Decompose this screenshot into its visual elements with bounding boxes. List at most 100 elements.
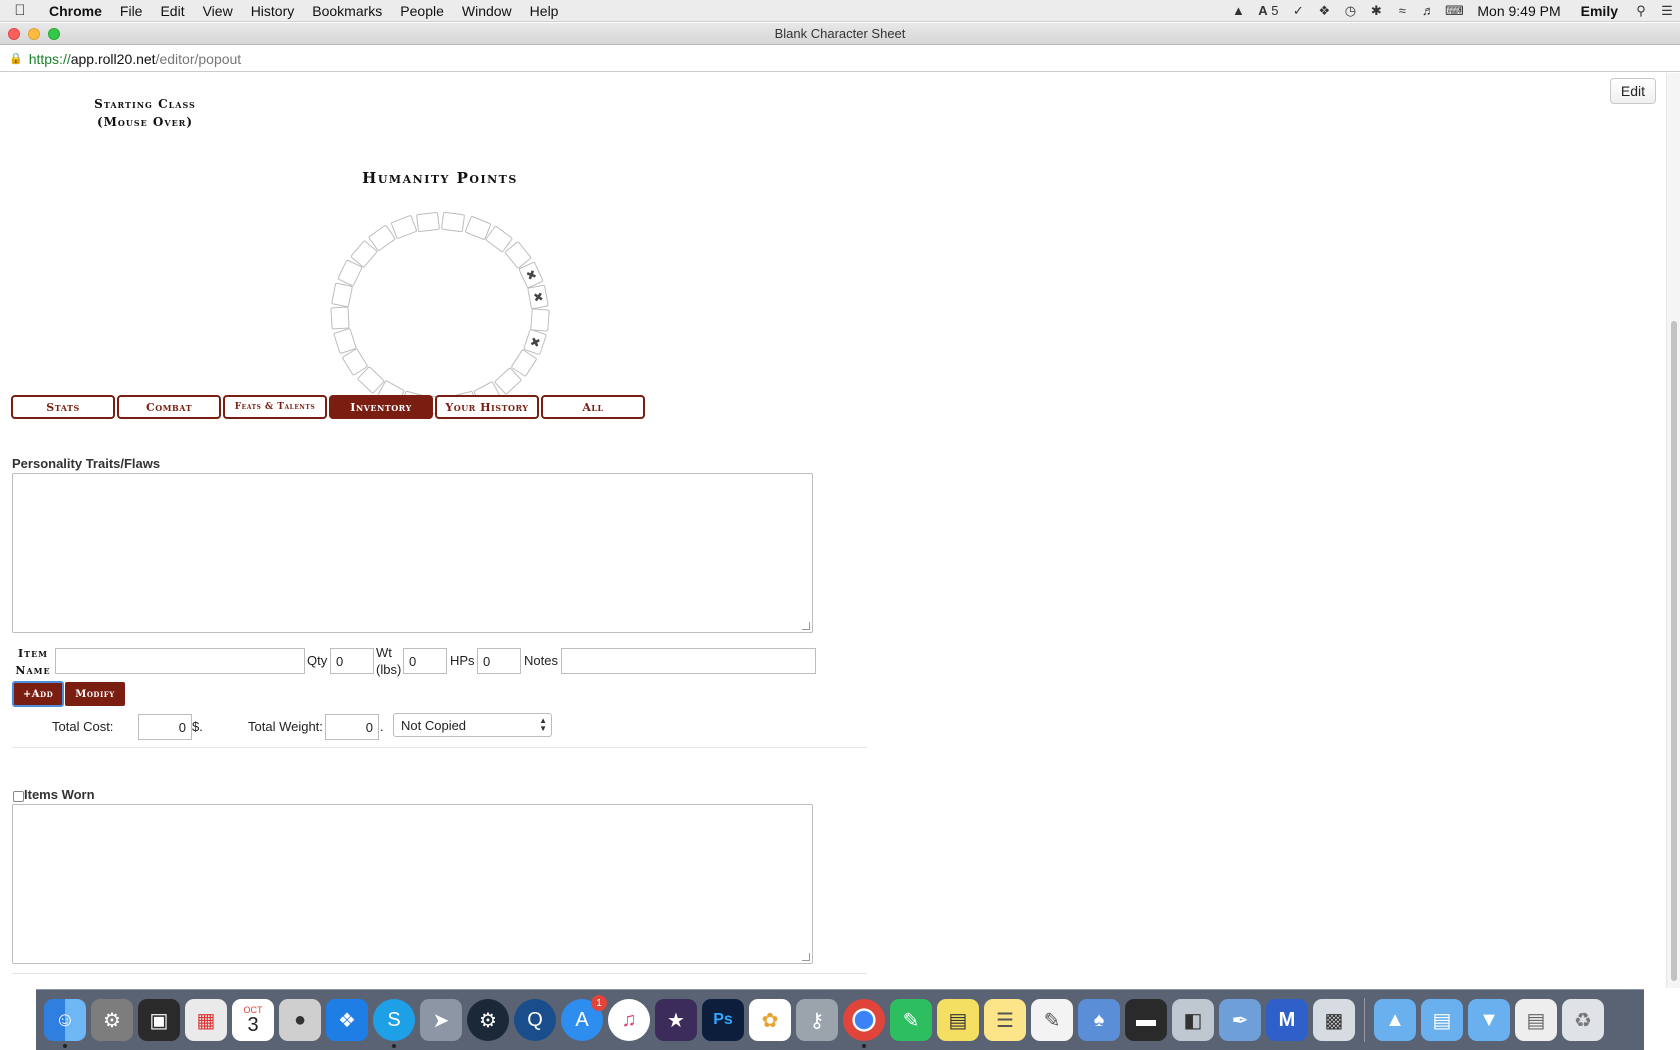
menu-edit[interactable]: Edit xyxy=(151,3,193,19)
spotlight-icon[interactable]: ⚲ xyxy=(1628,0,1654,22)
tab-combat[interactable]: Combat xyxy=(117,395,221,419)
close-window-button[interactable] xyxy=(8,28,20,40)
tab-feats-talents[interactable]: Feats & Talents xyxy=(223,395,327,419)
pen-icon[interactable]: ✒ xyxy=(1219,999,1261,1041)
airplay-icon[interactable]: ▲ xyxy=(1225,0,1251,22)
resize-handle[interactable] xyxy=(802,622,810,630)
downloads-folder-icon[interactable]: ▼ xyxy=(1468,999,1510,1041)
menu-window[interactable]: Window xyxy=(453,3,521,19)
app-store-icon[interactable]: A1 xyxy=(561,995,607,1041)
dvd-player-icon[interactable]: ● xyxy=(279,999,321,1041)
humanity-point-box[interactable] xyxy=(332,327,357,354)
documents-folder-icon[interactable]: ▤ xyxy=(1421,999,1463,1041)
zoom-window-button[interactable] xyxy=(48,28,60,40)
personality-textarea[interactable] xyxy=(12,473,813,633)
total-cost-input[interactable]: 0 xyxy=(138,714,192,740)
imovie-icon[interactable]: ★ xyxy=(655,999,697,1041)
tab-your-history[interactable]: Your History xyxy=(435,395,539,419)
lock-icon: 🔒 xyxy=(9,53,23,65)
preview-icon[interactable]: ◧ xyxy=(1172,999,1214,1041)
humanity-point-box[interactable]: ✖ xyxy=(527,284,550,309)
starting-class-line1: Starting Class xyxy=(94,97,196,111)
hps-input[interactable]: 0 xyxy=(477,648,521,674)
tab-inventory[interactable]: Inventory xyxy=(329,395,433,419)
steam-icon[interactable]: ⚙ xyxy=(467,999,509,1041)
applications-folder-icon[interactable]: ▲ xyxy=(1374,999,1416,1041)
photo-booth-icon[interactable]: ▣ xyxy=(138,999,180,1041)
weight-input[interactable]: 0 xyxy=(403,648,447,674)
humanity-point-box[interactable] xyxy=(416,211,441,232)
humanity-point-box[interactable] xyxy=(441,211,466,233)
menu-bar:  Chrome File Edit View History Bookmark… xyxy=(0,0,1680,22)
tab-all[interactable]: All xyxy=(541,395,645,419)
menu-history[interactable]: History xyxy=(242,3,304,19)
tasks-icon[interactable]: ✓ xyxy=(1285,0,1311,22)
scrollbar-thumb[interactable] xyxy=(1671,321,1677,981)
notes-icon[interactable]: ☰ xyxy=(984,999,1026,1041)
section-divider xyxy=(12,747,867,748)
launchpad-icon[interactable]: ▦ xyxy=(185,999,227,1041)
stickies-icon[interactable]: ▤ xyxy=(937,999,979,1041)
add-item-button[interactable]: +Add xyxy=(12,681,64,707)
quicktime-icon[interactable]: Q xyxy=(514,999,556,1041)
notes-input[interactable] xyxy=(561,648,816,674)
network-icon[interactable]: ♠ xyxy=(1078,999,1120,1041)
wifi-icon[interactable]: ≈ xyxy=(1389,0,1415,22)
item-name-input[interactable] xyxy=(55,648,305,674)
humanity-point-box[interactable] xyxy=(330,282,353,308)
menu-help[interactable]: Help xyxy=(521,3,568,19)
edit-button[interactable]: Edit xyxy=(1609,78,1656,104)
textedit-icon[interactable]: ✎ xyxy=(1031,999,1073,1041)
menu-chrome[interactable]: Chrome xyxy=(40,3,111,19)
page-scrollbar[interactable] xyxy=(1666,73,1680,988)
tab-stats[interactable]: Stats xyxy=(11,395,115,419)
time-machine-icon[interactable]: ◷ xyxy=(1337,0,1363,22)
modify-item-button[interactable]: Modify xyxy=(65,682,125,706)
menu-clock[interactable]: Mon 9:49 PM xyxy=(1467,3,1570,19)
resize-handle[interactable] xyxy=(802,953,810,961)
volume-icon[interactable]: ♬ xyxy=(1415,0,1441,22)
items-worn-checkbox[interactable] xyxy=(13,791,24,802)
notification-center-icon[interactable]: ☰ xyxy=(1654,0,1680,22)
evernote-icon[interactable]: ✎ xyxy=(890,999,932,1041)
skype-icon[interactable]: S xyxy=(373,999,415,1048)
copy-status-select[interactable]: Not Copied ▲ ▼ xyxy=(393,713,552,737)
bluetooth-icon[interactable]: ✱ xyxy=(1363,0,1389,22)
document-stack-icon[interactable]: ▤ xyxy=(1515,999,1557,1041)
photos-icon[interactable]: ✿ xyxy=(749,999,791,1041)
system-preferences-icon[interactable]: ⚙ xyxy=(91,999,133,1041)
bottom-divider xyxy=(12,973,867,974)
malwarebytes-icon[interactable]: M xyxy=(1266,999,1308,1041)
menu-file[interactable]: File xyxy=(111,3,152,19)
character-sheet-page: Edit Starting Class (Mouse Over) Humanit… xyxy=(0,73,1680,988)
menu-view[interactable]: View xyxy=(194,3,242,19)
image-capture-icon[interactable]: ▩ xyxy=(1313,999,1355,1041)
items-worn-textarea[interactable] xyxy=(12,804,813,964)
finder-icon[interactable]: ☺ xyxy=(44,999,86,1048)
rocket-icon[interactable]: ➤ xyxy=(420,999,462,1041)
qty-input[interactable]: 0 xyxy=(330,648,374,674)
dropbox-icon[interactable]: ❖ xyxy=(326,999,368,1041)
trash-icon[interactable]: ♻ xyxy=(1562,999,1604,1041)
humanity-point-box[interactable] xyxy=(529,307,550,332)
humanity-point-box[interactable] xyxy=(330,306,350,330)
keychain-icon[interactable]: ⚷ xyxy=(796,999,838,1041)
adobe-icon[interactable]: A 5 xyxy=(1251,0,1285,22)
chrome-icon[interactable] xyxy=(843,999,885,1048)
starting-class-label[interactable]: Starting Class (Mouse Over) xyxy=(60,95,230,131)
apple-icon[interactable]:  xyxy=(0,2,40,19)
menu-bookmarks[interactable]: Bookmarks xyxy=(303,3,391,19)
dropbox-status-icon[interactable]: ❖ xyxy=(1311,0,1337,22)
itunes-icon[interactable]: ♫ xyxy=(608,999,650,1041)
minimize-window-button[interactable] xyxy=(28,28,40,40)
media-icon[interactable]: ▬ xyxy=(1125,999,1167,1041)
total-weight-label: Total Weight: xyxy=(248,719,323,734)
menu-people[interactable]: People xyxy=(391,3,453,19)
keyboard-icon[interactable]: ⌨ xyxy=(1441,0,1467,22)
dock: ☺ ⚙ ▣ ▦ OCT 3 ● ❖ S ➤ ⚙ Q A1 ♫ ★ Ps ✿ ⚷ ✎… xyxy=(36,989,1644,1050)
photoshop-icon[interactable]: Ps xyxy=(702,999,744,1041)
menu-user[interactable]: Emily xyxy=(1571,3,1628,19)
total-weight-input[interactable]: 0 xyxy=(325,714,379,740)
calendar-icon[interactable]: OCT 3 xyxy=(232,999,274,1041)
address-bar[interactable]: 🔒 https:// app.roll20.net /editor/popout xyxy=(0,46,1680,72)
